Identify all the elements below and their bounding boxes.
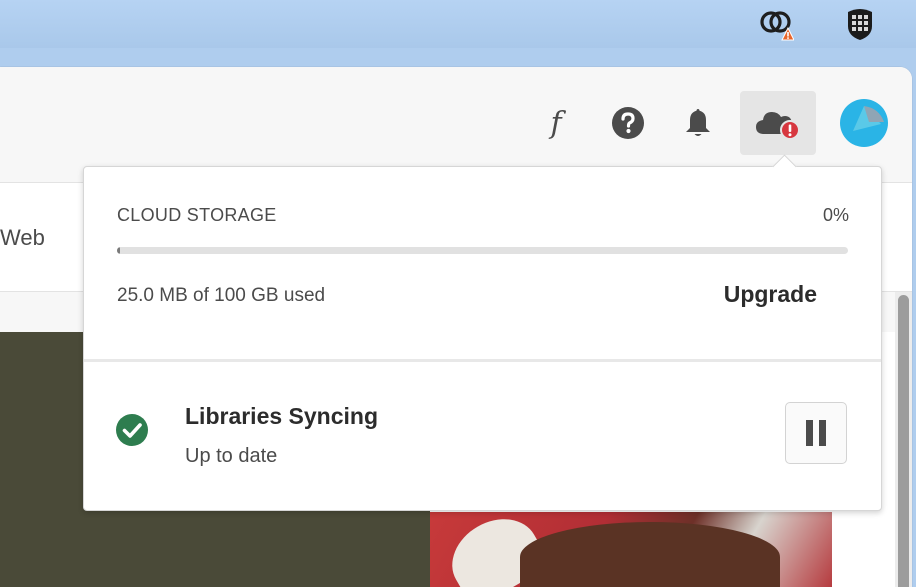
scrollbar-thumb[interactable]: [898, 295, 909, 587]
bell-icon[interactable]: [660, 91, 736, 155]
content-image-photo: [430, 512, 832, 587]
storage-used-text: 25.0 MB of 100 GB used: [117, 285, 326, 306]
creative-cloud-warning-icon[interactable]: [758, 6, 795, 42]
system-menubar: [0, 0, 916, 48]
check-circle-icon: [116, 414, 148, 446]
storage-percent: 0%: [822, 205, 849, 225]
storage-progress-fill: [117, 247, 120, 254]
font-glyph: f: [550, 105, 562, 141]
storage-progress-bar: [117, 247, 848, 254]
sync-status: Up to date: [185, 445, 278, 467]
font-icon[interactable]: f: [518, 91, 594, 155]
subnav-item-web[interactable]: Web: [0, 225, 45, 251]
help-icon[interactable]: [590, 91, 666, 155]
upgrade-button[interactable]: Upgrade: [724, 281, 817, 308]
cloud-status-popover: CLOUD STORAGE 0% 25.0 MB of 100 GB used …: [83, 154, 882, 511]
avatar[interactable]: [826, 91, 902, 155]
cloud-storage-title: CLOUD STORAGE: [117, 205, 277, 225]
sync-title: Libraries Syncing: [185, 403, 379, 429]
pause-sync-button[interactable]: [785, 402, 847, 464]
popover-divider: [84, 359, 881, 362]
cloud-alert-icon[interactable]: [740, 91, 816, 155]
pause-icon: [803, 420, 829, 446]
shield-grid-icon[interactable]: [842, 6, 878, 42]
